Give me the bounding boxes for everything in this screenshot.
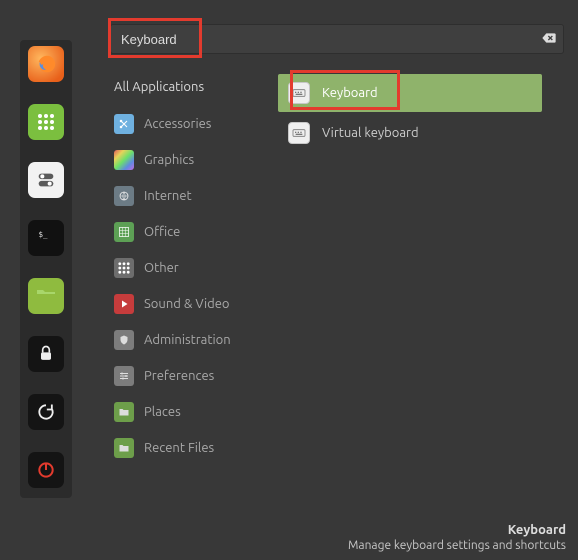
category-graphics[interactable]: Graphics [110, 142, 278, 178]
grid-icon [114, 222, 134, 242]
dots-icon [114, 258, 134, 278]
category-label: Administration [144, 333, 231, 347]
category-other[interactable]: Other [110, 250, 278, 286]
apps-icon [38, 114, 54, 130]
category-label: Recent Files [144, 441, 214, 455]
category-label: Accessories [144, 117, 211, 131]
sliders-icon [114, 366, 134, 386]
folder-icon [114, 402, 134, 422]
launcher-item-toggle[interactable] [28, 162, 64, 198]
category-preferences[interactable]: Preferences [110, 358, 278, 394]
terminal-icon: $_ [36, 228, 56, 248]
application-menu: All Applications Accessories Graphics In… [110, 24, 578, 560]
app-description-footer: Keyboard Manage keyboard settings and sh… [348, 523, 566, 552]
categories-column: All Applications Accessories Graphics In… [110, 74, 278, 466]
category-label: Internet [144, 189, 192, 203]
power-icon [36, 460, 56, 480]
launcher-item-terminal[interactable]: $_ [28, 220, 64, 256]
launcher-item-logout[interactable] [28, 394, 64, 430]
launcher-item-power[interactable] [28, 452, 64, 488]
category-label: Office [144, 225, 180, 239]
category-accessories[interactable]: Accessories [110, 106, 278, 142]
firefox-icon [35, 53, 57, 75]
scissors-icon [114, 114, 134, 134]
launcher-item-files[interactable] [28, 278, 64, 314]
categories-header: All Applications [110, 74, 278, 106]
launcher-item-apps[interactable] [28, 104, 64, 140]
globe-icon [114, 186, 134, 206]
result-item-keyboard[interactable]: Keyboard [278, 74, 542, 112]
category-office[interactable]: Office [110, 214, 278, 250]
category-label: Preferences [144, 369, 214, 383]
category-label: Graphics [144, 153, 194, 167]
toggle-icon [35, 169, 57, 191]
clear-search-button[interactable] [540, 29, 558, 47]
category-places[interactable]: Places [110, 394, 278, 430]
keyboard-icon [288, 82, 310, 104]
keyboard-icon [288, 122, 310, 144]
backspace-icon [541, 30, 557, 46]
folder-icon [34, 284, 58, 308]
shield-icon [114, 330, 134, 350]
result-label: Keyboard [322, 86, 378, 100]
play-icon [114, 294, 134, 314]
category-label: Sound & Video [144, 297, 230, 311]
launcher-item-lock[interactable] [28, 336, 64, 372]
category-label: Places [144, 405, 181, 419]
folder-icon [114, 438, 134, 458]
category-recent-files[interactable]: Recent Files [110, 430, 278, 466]
launcher-item-firefox[interactable] [28, 46, 64, 82]
cycle-icon [36, 402, 56, 422]
palette-icon [114, 150, 134, 170]
category-sound-video[interactable]: Sound & Video [110, 286, 278, 322]
result-label: Virtual keyboard [322, 126, 419, 140]
category-administration[interactable]: Administration [110, 322, 278, 358]
footer-title: Keyboard [348, 523, 566, 537]
results-column: Keyboard Virtual keyboard [278, 74, 578, 466]
search-row [110, 24, 564, 54]
category-internet[interactable]: Internet [110, 178, 278, 214]
svg-text:$_: $_ [39, 230, 49, 239]
search-input[interactable] [110, 24, 564, 54]
footer-description: Manage keyboard settings and shortcuts [348, 539, 566, 552]
category-label: Other [144, 261, 179, 275]
launcher-bar: $_ [20, 40, 72, 498]
lock-icon [36, 344, 56, 364]
result-item-virtual-keyboard[interactable]: Virtual keyboard [278, 114, 542, 152]
